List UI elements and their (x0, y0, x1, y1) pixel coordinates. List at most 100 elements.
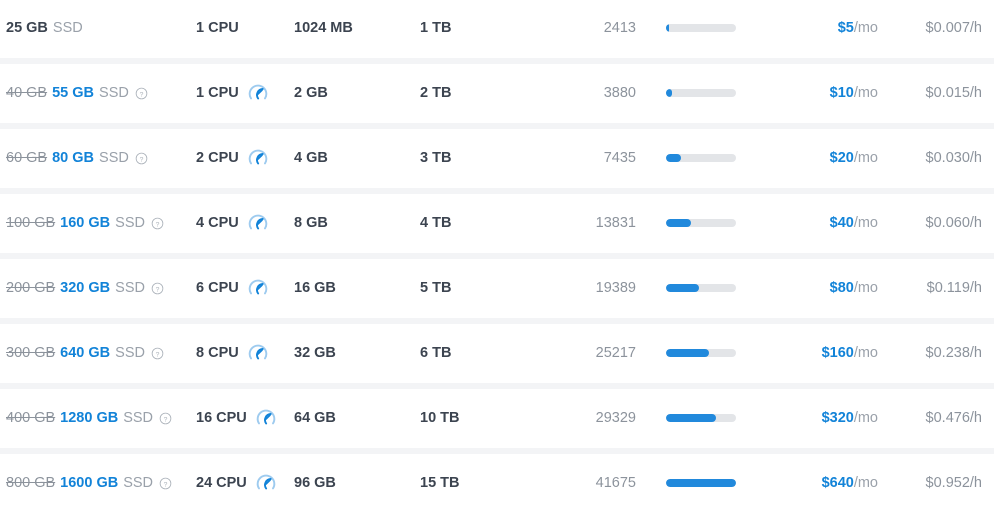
disk-old-value: 60 GB (6, 150, 48, 167)
cell-meter (648, 479, 768, 488)
row-separator (0, 446, 994, 455)
hourly-price-value: $0.238/h (925, 345, 982, 362)
monthly-price-amount: $10 (829, 85, 854, 102)
speedometer-icon[interactable] (248, 278, 268, 298)
capacity-meter-fill (666, 24, 669, 33)
cell-cpu: 8 CPU (196, 343, 294, 363)
cell-monthly-price: $20/mo (768, 150, 888, 166)
table-row[interactable]: 800 GB 1600 GB SSD? 24 CPU 96 GB 15 TB 41675 $6… (0, 455, 994, 512)
disk-type-label: SSD (99, 85, 129, 102)
bandwidth-value: 19389 (595, 280, 636, 297)
memory-value: 8 GB (294, 215, 328, 232)
help-circle-icon[interactable]: ? (151, 347, 164, 360)
speedometer-icon[interactable] (256, 408, 276, 428)
speedometer-icon[interactable] (256, 473, 276, 493)
capacity-meter-fill (666, 284, 699, 293)
cell-memory: 64 GB (294, 410, 420, 426)
help-circle-icon[interactable]: ? (151, 217, 164, 230)
table-row[interactable]: 200 GB 320 GB SSD? 6 CPU 16 GB 5 TB 19389 $80/m… (0, 260, 994, 317)
cell-meter (648, 89, 768, 98)
table-row[interactable]: 40 GB 55 GB SSD? 1 CPU 2 GB 2 TB 3880 $10/mo $0.… (0, 65, 994, 122)
disk-new-value: 1280 GB (60, 410, 119, 427)
transfer-value: 3 TB (420, 150, 452, 167)
cell-disk: 200 GB 320 GB SSD? (0, 280, 196, 296)
hourly-price-value: $0.015/h (925, 85, 982, 102)
capacity-meter (666, 414, 736, 423)
svg-text:?: ? (164, 481, 168, 488)
table-row[interactable]: 300 GB 640 GB SSD? 8 CPU 32 GB 6 TB 25217 $160/… (0, 325, 994, 382)
cell-memory: 32 GB (294, 345, 420, 361)
bandwidth-value: 2413 (603, 20, 636, 37)
capacity-meter-fill (666, 219, 691, 228)
cpu-value: 4 CPU (196, 215, 239, 232)
hourly-price-value: $0.030/h (925, 150, 982, 167)
help-circle-icon[interactable]: ? (159, 477, 172, 490)
capacity-meter (666, 349, 736, 358)
cell-bandwidth: 7435 (548, 150, 648, 166)
monthly-price-amount: $640 (821, 475, 854, 492)
table-row[interactable]: 100 GB 160 GB SSD? 4 CPU 8 GB 4 TB 13831 $40/mo… (0, 195, 994, 252)
hourly-price-value: $0.952/h (925, 475, 982, 492)
cell-monthly-price: $10/mo (768, 85, 888, 101)
speedometer-icon[interactable] (248, 343, 268, 363)
cell-cpu: 16 CPU (196, 408, 294, 428)
cell-hourly-price: $0.476/h (888, 410, 994, 426)
svg-text:?: ? (156, 221, 160, 228)
transfer-value: 10 TB (420, 410, 460, 427)
disk-old-value: 200 GB (6, 280, 56, 297)
cell-cpu: 4 CPU (196, 213, 294, 233)
disk-type-label: SSD (123, 410, 154, 427)
cell-bandwidth: 2413 (548, 20, 648, 36)
disk-new-value: 320 GB (60, 280, 111, 297)
cell-cpu: 24 CPU (196, 473, 294, 493)
help-circle-icon[interactable]: ? (159, 412, 172, 425)
memory-value: 96 GB (294, 475, 336, 492)
cell-transfer: 1 TB (420, 20, 548, 36)
cell-hourly-price: $0.952/h (888, 475, 994, 491)
help-circle-icon[interactable]: ? (135, 152, 148, 165)
row-separator (0, 251, 994, 260)
svg-text:?: ? (139, 156, 143, 163)
disk-old-value: 300 GB (6, 345, 56, 362)
cell-monthly-price: $80/mo (768, 280, 888, 296)
memory-value: 32 GB (294, 345, 336, 362)
memory-value: 4 GB (294, 150, 328, 167)
monthly-price-amount: $320 (821, 410, 854, 427)
disk-type-label: SSD (123, 475, 154, 492)
capacity-meter (666, 24, 736, 33)
cell-transfer: 2 TB (420, 85, 548, 101)
disk-old-value: 40 GB (6, 85, 48, 102)
memory-value: 16 GB (294, 280, 336, 297)
cpu-value: 6 CPU (196, 280, 239, 297)
cell-meter (648, 219, 768, 228)
speedometer-icon[interactable] (248, 148, 268, 168)
cpu-value: 1 CPU (196, 20, 239, 37)
help-circle-icon[interactable]: ? (151, 282, 164, 295)
cell-bandwidth: 13831 (548, 215, 648, 231)
cell-transfer: 10 TB (420, 410, 548, 426)
capacity-meter-fill (666, 414, 716, 423)
monthly-price-amount: $160 (821, 345, 854, 362)
table-row[interactable]: 25 GB SSD 1 CPU 1024 MB 1 TB 2413 $5/mo $0.007/… (0, 0, 994, 57)
cpu-value: 2 CPU (196, 150, 239, 167)
capacity-meter (666, 479, 736, 488)
speedometer-icon[interactable] (248, 83, 268, 103)
cpu-value: 1 CPU (196, 85, 239, 102)
table-row[interactable]: 400 GB 1280 GB SSD? 16 CPU 64 GB 10 TB 29329 $3… (0, 390, 994, 447)
monthly-price-amount: $20 (829, 150, 854, 167)
disk-type-label: SSD (99, 150, 129, 167)
cell-monthly-price: $640/mo (768, 475, 888, 491)
disk-old-value: 400 GB (6, 410, 56, 427)
help-circle-icon[interactable]: ? (135, 87, 148, 100)
monthly-price-unit: /mo (853, 215, 878, 232)
svg-text:?: ? (156, 286, 160, 293)
transfer-value: 5 TB (420, 280, 452, 297)
cell-memory: 96 GB (294, 475, 420, 491)
monthly-price-unit: /mo (853, 345, 878, 362)
cell-meter (648, 154, 768, 163)
table-row[interactable]: 60 GB 80 GB SSD? 2 CPU 4 GB 3 TB 7435 $20/mo $0.… (0, 130, 994, 187)
memory-value: 1024 MB (294, 20, 353, 37)
cell-disk: 100 GB 160 GB SSD? (0, 215, 196, 231)
speedometer-icon[interactable] (248, 213, 268, 233)
capacity-meter-fill (666, 89, 673, 98)
